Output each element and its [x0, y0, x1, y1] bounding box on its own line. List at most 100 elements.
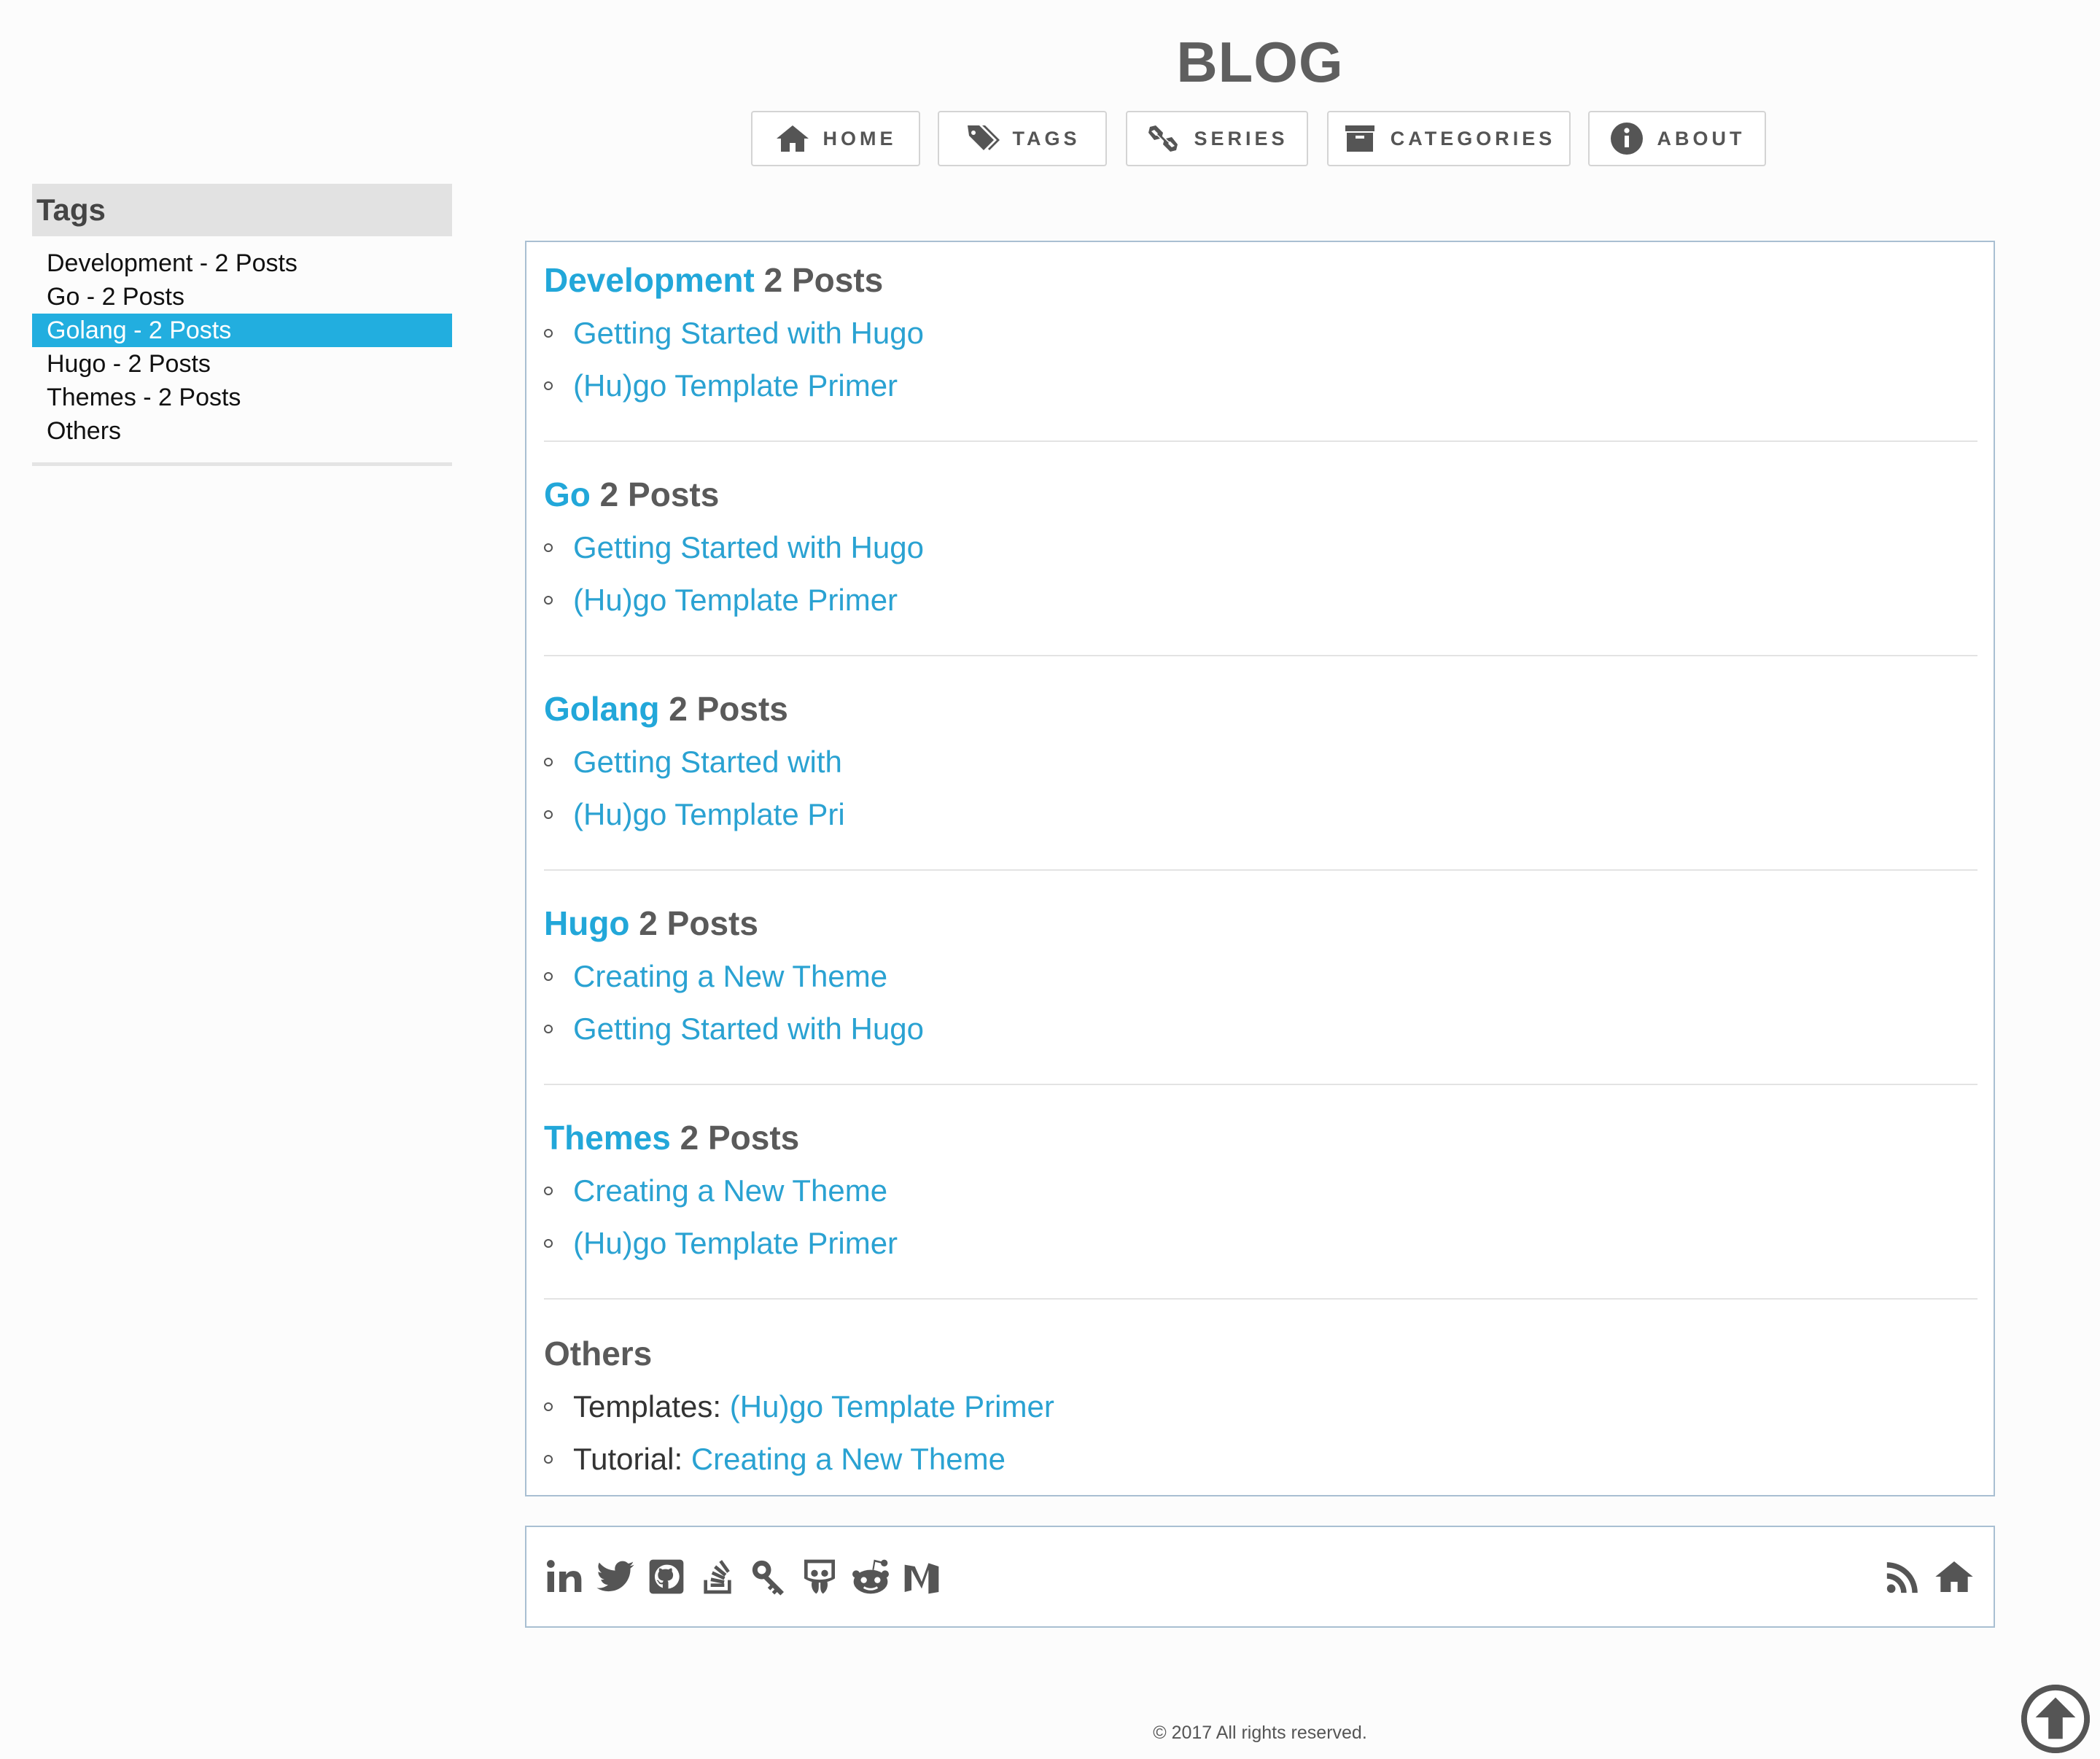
post-list: Templates: (Hu)go Template Primer Tutori… [544, 1387, 1978, 1492]
sidebar-item-golang[interactable]: Golang - 2 Posts [32, 314, 452, 347]
post-link[interactable]: (Hu)go Template Primer [573, 1226, 898, 1260]
tag-link[interactable]: Themes [544, 1119, 671, 1157]
tag-list-panel: Development 2 Posts Getting Started with… [525, 241, 1995, 1496]
tag-post-count: 2 Posts [680, 1119, 800, 1157]
post-link[interactable]: (Hu)go Template Pri [573, 797, 845, 831]
tag-group-go: Go 2 Posts Getting Started with Hugo (Hu… [544, 474, 1978, 633]
nav-tags-button[interactable]: TAGS [938, 111, 1107, 166]
sidebar-tag-list: Development - 2 Posts Go - 2 Posts Golan… [32, 246, 452, 448]
nav-series-label: SERIES [1194, 127, 1288, 150]
link-icon [1148, 125, 1178, 152]
list-item: (Hu)go Template Primer [544, 580, 1978, 633]
group-divider [544, 869, 1978, 871]
list-item: (Hu)go Template Primer [544, 1224, 1978, 1276]
list-item: (Hu)go Template Primer [544, 366, 1978, 419]
nav-series-button[interactable]: SERIES [1126, 111, 1308, 166]
linkedin-icon[interactable] [544, 1556, 585, 1597]
tag-group-hugo: Hugo 2 Posts Creating a New Theme Gettin… [544, 903, 1978, 1062]
tags-icon [967, 125, 1000, 150]
sidebar-divider [32, 462, 452, 466]
tag-link[interactable]: Hugo [544, 904, 630, 942]
keybase-icon[interactable] [748, 1556, 789, 1597]
post-link[interactable]: Getting Started with Hugo [573, 530, 924, 564]
list-item: (Hu)go Template Pri [544, 795, 1978, 847]
post-list: Getting Started with Hugo (Hu)go Templat… [544, 528, 1978, 633]
home-icon [776, 125, 809, 152]
post-list: Creating a New Theme Getting Started wit… [544, 957, 1978, 1062]
reddit-icon[interactable] [850, 1556, 891, 1597]
tag-post-count: 2 Posts [669, 690, 788, 728]
post-link[interactable]: (Hu)go Template Primer [573, 583, 898, 617]
tag-post-count: 2 Posts [599, 475, 720, 513]
post-link[interactable]: Getting Started with Hugo [573, 316, 924, 350]
group-divider [544, 1298, 1978, 1300]
nav-home-label: HOME [822, 127, 897, 150]
category-label: Tutorial [573, 1442, 674, 1476]
post-link[interactable]: Getting Started with [573, 745, 842, 779]
group-divider [544, 1084, 1978, 1085]
post-link[interactable]: (Hu)go Template Primer [730, 1389, 1054, 1424]
list-item: Creating a New Theme [544, 1171, 1978, 1224]
tag-link[interactable]: Go [544, 475, 591, 513]
post-link[interactable]: Creating a New Theme [573, 1173, 887, 1208]
home-icon[interactable] [1934, 1556, 1975, 1597]
nav-home-button[interactable]: HOME [751, 111, 920, 166]
back-to-top-button[interactable] [2021, 1685, 2090, 1753]
tag-group-others: Others Templates: (Hu)go Template Primer… [544, 1333, 1978, 1492]
post-link[interactable]: (Hu)go Template Primer [573, 368, 898, 403]
sidebar-item-development[interactable]: Development - 2 Posts [32, 246, 452, 280]
sidebar-item-others[interactable]: Others [32, 414, 452, 448]
group-divider [544, 440, 1978, 442]
sidebar-item-go[interactable]: Go - 2 Posts [32, 280, 452, 314]
post-list: Getting Started with Hugo (Hu)go Templat… [544, 314, 1978, 419]
tag-link[interactable]: Golang [544, 690, 659, 728]
post-list: Getting Started with (Hu)go Template Pri [544, 742, 1978, 847]
tag-group-golang: Golang 2 Posts Getting Started with (Hu)… [544, 688, 1978, 847]
nav-tags-label: TAGS [1012, 127, 1081, 150]
list-item: Templates: (Hu)go Template Primer [544, 1387, 1978, 1440]
tag-group-development: Development 2 Posts Getting Started with… [544, 260, 1978, 419]
stackoverflow-icon[interactable] [697, 1556, 738, 1597]
nav-categories-button[interactable]: CATEGORIES [1327, 111, 1571, 166]
category-label: Templates [573, 1389, 713, 1424]
list-item: Tutorial: Creating a New Theme [544, 1440, 1978, 1492]
list-item: Getting Started with Hugo [544, 314, 1978, 366]
tag-group-title: Themes 2 Posts [544, 1117, 1978, 1158]
post-link[interactable]: Creating a New Theme [573, 959, 887, 993]
tags-sidebar: Tags Development - 2 Posts Go - 2 Posts … [32, 184, 452, 466]
tag-post-count: 2 Posts [763, 261, 884, 299]
post-link[interactable]: Creating a New Theme [691, 1442, 1006, 1476]
social-links-bar [525, 1526, 1995, 1628]
tag-group-title: Development 2 Posts [544, 260, 1978, 300]
nav-categories-label: CATEGORIES [1390, 127, 1556, 150]
list-item: Getting Started with Hugo [544, 528, 1978, 580]
others-heading: Others [544, 1335, 653, 1372]
tag-link[interactable]: Development [544, 261, 755, 299]
site-title: BLOG [1176, 30, 1344, 94]
info-icon [1610, 123, 1643, 155]
tag-group-title: Golang 2 Posts [544, 688, 1978, 729]
rss-icon[interactable] [1883, 1556, 1924, 1597]
sidebar-item-themes[interactable]: Themes - 2 Posts [32, 381, 452, 414]
nav-about-button[interactable]: ABOUT [1588, 111, 1766, 166]
slideshare-icon[interactable] [799, 1556, 840, 1597]
list-item: Creating a New Theme [544, 957, 1978, 1009]
twitter-icon[interactable] [595, 1556, 636, 1597]
arrow-up-circle-icon [2021, 1685, 2090, 1753]
tag-group-title: Go 2 Posts [544, 474, 1978, 515]
post-link[interactable]: Getting Started with Hugo [573, 1011, 924, 1046]
archive-icon [1345, 125, 1374, 152]
copyright-text: © 2017 All rights reserved. [1153, 1723, 1367, 1743]
group-divider [544, 655, 1978, 656]
github-icon[interactable] [646, 1556, 687, 1597]
sidebar-heading: Tags [32, 184, 452, 236]
tag-group-themes: Themes 2 Posts Creating a New Theme (Hu)… [544, 1117, 1978, 1276]
main-nav: HOME TAGS SERIES CATEGORIES ABOUT [0, 111, 2100, 169]
list-item: Getting Started with [544, 742, 1978, 795]
post-list: Creating a New Theme (Hu)go Template Pri… [544, 1171, 1978, 1276]
medium-icon[interactable] [901, 1556, 942, 1597]
tag-group-title: Hugo 2 Posts [544, 903, 1978, 944]
nav-about-label: ABOUT [1657, 127, 1746, 150]
sidebar-item-hugo[interactable]: Hugo - 2 Posts [32, 347, 452, 381]
list-item: Getting Started with Hugo [544, 1009, 1978, 1062]
